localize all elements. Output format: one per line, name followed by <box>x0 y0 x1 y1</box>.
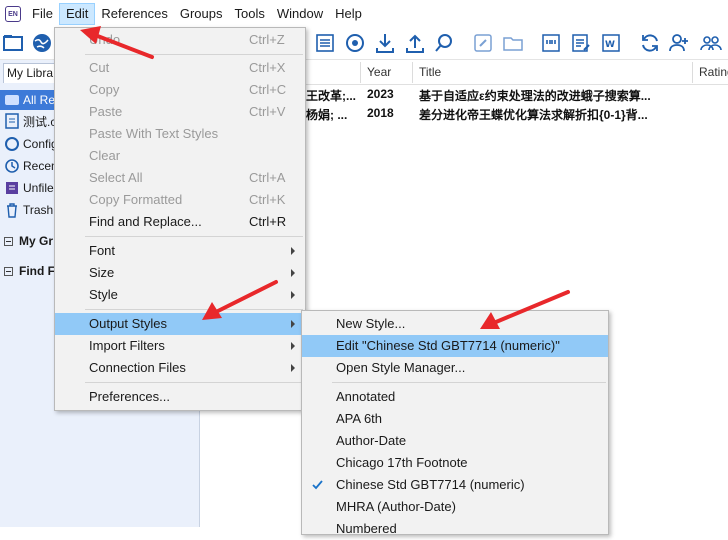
menu-item-undo[interactable]: Undo Ctrl+Z <box>55 29 305 51</box>
reference-year: 2023 <box>367 87 394 101</box>
column-year[interactable]: Year <box>367 65 391 79</box>
column-title[interactable]: Title <box>419 65 441 79</box>
menu-item-font[interactable]: Font <box>55 240 305 262</box>
menu-help[interactable]: Help <box>329 3 368 25</box>
menu-item-select-all[interactable]: Select All Ctrl+A <box>55 167 305 189</box>
menu-item-style-chicago-17th-footnote[interactable]: Chicago 17th Footnote <box>302 452 608 474</box>
unfiled-icon <box>6 182 18 194</box>
library-item-label: 测试.c <box>23 114 57 129</box>
new-library-icon[interactable] <box>2 32 24 54</box>
menu-item-clear[interactable]: Clear <box>55 145 305 167</box>
word-icon[interactable]: W <box>600 32 622 54</box>
checkmark-icon <box>312 480 323 490</box>
submenu-arrow-icon <box>291 364 295 372</box>
reference-year: 2018 <box>367 106 394 120</box>
document-icon <box>5 113 19 129</box>
menu-item-style-author-date[interactable]: Author-Date <box>302 430 608 452</box>
menu-file[interactable]: File <box>26 3 59 25</box>
endnote-logo-icon: EN <box>5 6 21 22</box>
library-item-label: All Re <box>23 93 56 107</box>
online-search-icon[interactable] <box>31 32 53 54</box>
column-separator[interactable] <box>412 62 413 83</box>
menu-separator <box>85 382 303 383</box>
library-item-label: Recen <box>23 159 58 173</box>
group-label: Find F <box>19 264 55 278</box>
menu-item-style-annotated[interactable]: Annotated <box>302 386 608 408</box>
find-fulltext-icon[interactable] <box>344 32 366 54</box>
submenu-arrow-icon <box>291 291 295 299</box>
menu-separator <box>85 236 303 237</box>
menu-separator <box>332 382 606 383</box>
menu-tools[interactable]: Tools <box>228 3 270 25</box>
url-link-icon[interactable] <box>472 32 494 54</box>
output-styles-submenu: New Style... Edit "Chinese Std GBT7714 (… <box>301 310 609 536</box>
submenu-arrow-icon <box>291 342 295 350</box>
reference-author: 王改革;... <box>306 89 356 103</box>
menu-item-open-style-manager[interactable]: Open Style Manager... <box>302 357 608 379</box>
menu-item-paste[interactable]: Paste Ctrl+V <box>55 101 305 123</box>
menu-bar: EN File Edit References Groups Tools Win… <box>0 0 728 28</box>
insert-citation-icon[interactable] <box>314 32 336 54</box>
menu-item-style-mhra-author-date[interactable]: MHRA (Author-Date) <box>302 496 608 518</box>
library-item-label: Unfile <box>23 181 54 195</box>
search-icon[interactable] <box>433 32 455 54</box>
share-icon[interactable] <box>668 32 690 54</box>
column-separator[interactable] <box>360 62 361 83</box>
menu-item-copy[interactable]: Copy Ctrl+C <box>55 79 305 101</box>
group-label: My Gr <box>19 234 54 248</box>
menu-item-new-style[interactable]: New Style... <box>302 313 608 335</box>
reference-title: 基于自适应ε约束处理法的改进蛾子搜索算... <box>419 89 651 103</box>
svg-text:W: W <box>605 40 615 50</box>
menu-item-style-apa-6th[interactable]: APA 6th <box>302 408 608 430</box>
submenu-arrow-icon <box>291 247 295 255</box>
group-find-fulltext[interactable]: Find F <box>4 264 55 278</box>
menu-item-edit-style[interactable]: Edit "Chinese Std GBT7714 (numeric)" <box>302 335 608 357</box>
all-references-icon <box>5 95 19 105</box>
menu-edit[interactable]: Edit <box>58 3 96 25</box>
trash-icon <box>7 203 17 218</box>
menu-item-import-filters[interactable]: Import Filters <box>55 335 305 357</box>
menu-item-copy-formatted[interactable]: Copy Formatted Ctrl+K <box>55 189 305 211</box>
menu-item-preferences[interactable]: Preferences... <box>55 386 305 408</box>
menu-item-cut[interactable]: Cut Ctrl+X <box>55 57 305 79</box>
menu-item-size[interactable]: Size <box>55 262 305 284</box>
clock-icon <box>5 159 19 173</box>
export-icon[interactable] <box>404 32 426 54</box>
menu-groups[interactable]: Groups <box>174 3 229 25</box>
import-icon[interactable] <box>374 32 396 54</box>
column-rating[interactable]: Rating <box>699 65 728 79</box>
library-item-label: Config <box>23 137 58 151</box>
sync-icon <box>5 137 19 151</box>
format-bibliography-icon[interactable] <box>570 32 592 54</box>
collapse-icon[interactable] <box>4 266 13 276</box>
menu-item-style[interactable]: Style <box>55 284 305 306</box>
menu-separator <box>85 54 303 55</box>
reference-author: 杨娟; ... <box>306 108 348 122</box>
reference-title: 差分进化帝王蝶优化算法求解折扣{0-1}背... <box>419 108 648 122</box>
collapse-icon[interactable] <box>4 236 13 246</box>
menu-item-output-styles[interactable]: Output Styles <box>55 313 305 335</box>
menu-separator <box>85 309 303 310</box>
sync-icon[interactable] <box>639 32 661 54</box>
group-my-groups[interactable]: My Gr <box>4 234 53 248</box>
menu-item-connection-files[interactable]: Connection Files <box>55 357 305 379</box>
menu-references[interactable]: References <box>95 3 173 25</box>
group-icon[interactable] <box>700 32 722 54</box>
menu-item-style-chinese-std-gbt7714[interactable]: Chinese Std GBT7714 (numeric) <box>302 474 608 496</box>
edit-menu: Undo Ctrl+Z Cut Ctrl+X Copy Ctrl+C Paste Ctr… <box>54 27 306 411</box>
open-folder-icon[interactable] <box>502 32 524 54</box>
menu-window[interactable]: Window <box>271 3 329 25</box>
library-item-label: Trash <box>23 203 54 217</box>
column-separator[interactable] <box>692 62 693 83</box>
menu-item-find-and-replace[interactable]: Find and Replace... Ctrl+R <box>55 211 305 233</box>
submenu-arrow-icon <box>291 320 295 328</box>
menu-item-paste-with-text-styles[interactable]: Paste With Text Styles <box>55 123 305 145</box>
quote-icon[interactable] <box>540 32 562 54</box>
submenu-arrow-icon <box>291 269 295 277</box>
menu-item-style-numbered[interactable]: Numbered <box>302 518 608 540</box>
